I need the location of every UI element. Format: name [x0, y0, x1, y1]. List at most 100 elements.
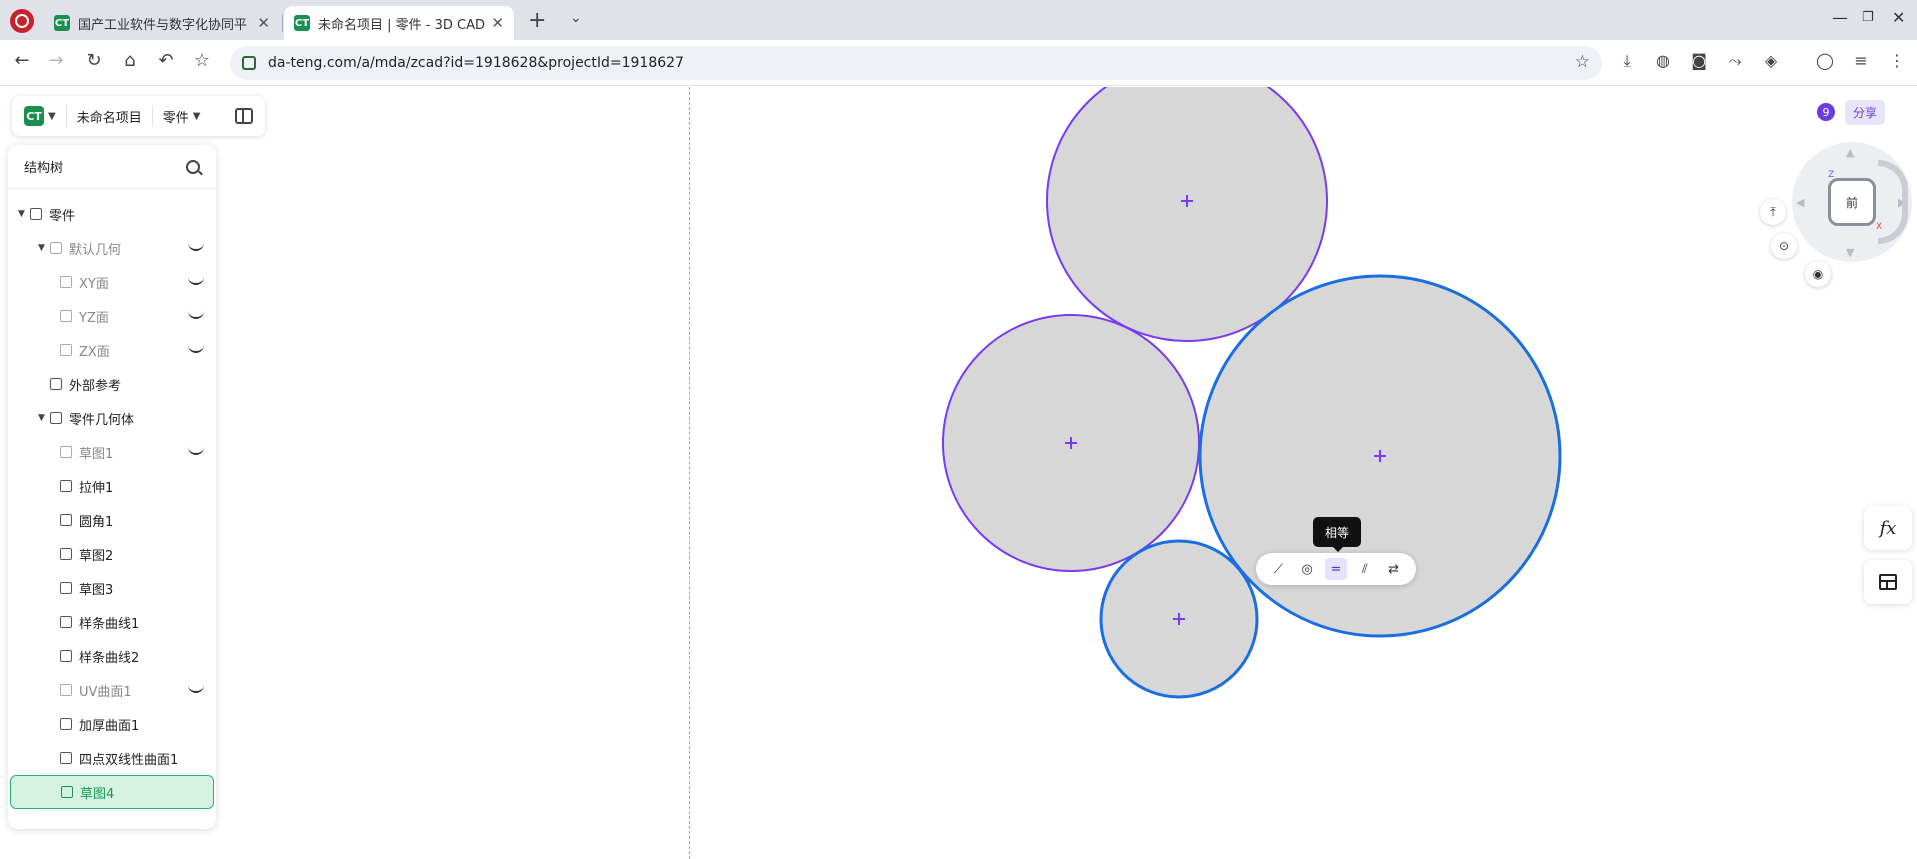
- tab-platform[interactable]: CT 国产工业软件与数字化协同平 ✕: [44, 6, 280, 40]
- rotate-ring-icon[interactable]: [1878, 160, 1908, 244]
- view-normal-icon[interactable]: ⤒: [1760, 199, 1786, 225]
- minimize-icon[interactable]: —: [1832, 8, 1848, 27]
- eye-closed-icon[interactable]: [188, 311, 204, 319]
- cad-app: CT ▼ 未命名项目 零件 ▼ 结构树 ▼ 零件 ▼ 默认几何 XY面 YZ面 …: [0, 87, 1917, 859]
- parallel-icon[interactable]: ⫽: [1354, 558, 1376, 580]
- share-area: 9 分享: [1817, 96, 1905, 128]
- tree-item-part[interactable]: ▼ 零件: [8, 197, 216, 231]
- search-icon[interactable]: [186, 159, 200, 174]
- tree-item-label: 默认几何: [69, 242, 122, 258]
- tree-item-sketch4[interactable]: 草图4: [10, 775, 214, 809]
- concentric-icon[interactable]: ◎: [1296, 558, 1318, 580]
- view-cube[interactable]: ▲ ▼ ◀ ▶ 前 Z X: [1792, 142, 1912, 262]
- tree-item-zx-plane[interactable]: ZX面: [8, 333, 216, 367]
- tree-item-default-geometry[interactable]: ▼ 默认几何: [8, 231, 216, 265]
- settings-icon[interactable]: ≡: [1850, 51, 1872, 70]
- formula-button[interactable]: fx: [1864, 506, 1912, 550]
- circle-left[interactable]: [942, 314, 1200, 572]
- circle-small-selected[interactable]: [1099, 539, 1259, 699]
- chevron-down-icon[interactable]: ▼: [38, 413, 45, 423]
- sketch-canvas[interactable]: [0, 87, 1917, 859]
- tree-item-label: XY面: [79, 276, 109, 292]
- tree-item-label: 样条曲线1: [79, 616, 140, 632]
- eye-closed-icon[interactable]: [188, 447, 204, 455]
- arrow-left-icon[interactable]: ◀: [1796, 196, 1804, 209]
- tree-item-external-ref[interactable]: 外部参考: [8, 367, 216, 401]
- tangent-icon[interactable]: ⟋: [1267, 558, 1289, 580]
- display-mode-icon[interactable]: ◉: [1805, 261, 1831, 287]
- tree-item-label: 草图1: [79, 446, 114, 462]
- undo-icon[interactable]: ↶: [154, 50, 178, 71]
- chevron-down-icon[interactable]: ⌄: [570, 10, 582, 26]
- bookmark-icon[interactable]: ☆: [190, 50, 214, 71]
- tree-item-sketch1[interactable]: 草图1: [8, 435, 216, 469]
- profile-icon[interactable]: ◯: [1814, 51, 1836, 70]
- sketch-icon: [60, 446, 72, 458]
- new-tab-icon[interactable]: +: [528, 8, 546, 33]
- plane-icon: [60, 310, 72, 322]
- tab-cad[interactable]: CT 未命名项目 | 零件 - 3D CAD ✕: [284, 6, 514, 40]
- tree-item-thicken1[interactable]: 加厚曲面1: [8, 707, 216, 741]
- arrow-up-icon[interactable]: ▲: [1846, 146, 1854, 159]
- globe-icon[interactable]: ◍: [1652, 51, 1674, 70]
- close-icon[interactable]: ✕: [257, 14, 270, 32]
- panel-toggle-icon[interactable]: [235, 108, 253, 124]
- download-icon[interactable]: ⤓: [1616, 51, 1638, 71]
- axis-z-label: Z: [1828, 170, 1835, 180]
- collaborator-badge[interactable]: 9: [1817, 103, 1835, 121]
- tree-item-label: 拉伸1: [79, 480, 114, 496]
- arrow-down-icon[interactable]: ▼: [1846, 246, 1854, 259]
- thicken-icon: [60, 718, 72, 730]
- app-logo[interactable]: CT: [24, 106, 44, 126]
- tree-item-spline2[interactable]: 样条曲线2: [8, 639, 216, 673]
- eye-closed-icon[interactable]: [188, 277, 204, 285]
- chevron-down-icon[interactable]: ▼: [193, 111, 201, 122]
- doc-type-selector[interactable]: 零件: [163, 107, 189, 126]
- site-info-icon[interactable]: [242, 56, 256, 70]
- restore-icon[interactable]: ❐: [1862, 10, 1874, 25]
- tree-header: 结构树: [8, 145, 216, 189]
- tree-item-xy-plane[interactable]: XY面: [8, 265, 216, 299]
- constraint-tooltip: 相等: [1313, 517, 1361, 552]
- table-button[interactable]: [1864, 560, 1912, 604]
- tree-item-sketch2[interactable]: 草图2: [8, 537, 216, 571]
- tree-item-part-body[interactable]: ▼ 零件几何体: [8, 401, 216, 435]
- eye-closed-icon[interactable]: [188, 345, 204, 353]
- link-icon: [50, 378, 62, 390]
- camera-icon[interactable]: ◙: [1688, 51, 1710, 70]
- star-icon[interactable]: ☆: [1575, 52, 1590, 72]
- sketch-icon: [61, 786, 73, 798]
- symmetric-icon[interactable]: ⇄: [1383, 558, 1405, 580]
- back-icon[interactable]: ←: [10, 50, 34, 71]
- eye-closed-icon[interactable]: [188, 685, 204, 693]
- project-name[interactable]: 未命名项目: [77, 107, 142, 126]
- axis-x-label: X: [1876, 222, 1883, 232]
- fit-view-icon[interactable]: ⊙: [1771, 233, 1797, 259]
- tree-item-yz-plane[interactable]: YZ面: [8, 299, 216, 333]
- chevron-down-icon[interactable]: ▼: [38, 243, 45, 253]
- share-screen-icon[interactable]: ⤳: [1724, 51, 1746, 71]
- fillet-icon: [60, 514, 72, 526]
- ai-icon[interactable]: ◈: [1760, 51, 1782, 70]
- home-icon[interactable]: ⌂: [118, 50, 142, 71]
- tree-item-sketch3[interactable]: 草图3: [8, 571, 216, 605]
- browser-logo[interactable]: [10, 9, 34, 33]
- close-window-icon[interactable]: ✕: [1892, 8, 1905, 27]
- sketch-icon: [60, 582, 72, 594]
- address-bar[interactable]: da-teng.com/a/mda/zcad?id=1918628&projec…: [230, 46, 1602, 80]
- eye-closed-icon[interactable]: [188, 243, 204, 251]
- view-face-front[interactable]: 前: [1828, 178, 1876, 226]
- share-button[interactable]: 分享: [1845, 99, 1886, 125]
- tree-item-uv-surface1[interactable]: UV曲面1: [8, 673, 216, 707]
- menu-icon[interactable]: ⋮: [1886, 51, 1908, 70]
- chevron-down-icon[interactable]: ▼: [18, 209, 25, 219]
- reload-icon[interactable]: ↻: [82, 50, 106, 71]
- tree-item-bilinear-surface1[interactable]: 四点双线性曲面1: [8, 741, 216, 775]
- tree-item-extrude1[interactable]: 拉伸1: [8, 469, 216, 503]
- equal-icon[interactable]: =: [1324, 558, 1347, 580]
- tree-item-fillet1[interactable]: 圆角1: [8, 503, 216, 537]
- forward-icon[interactable]: →: [44, 50, 68, 71]
- tree-item-spline1[interactable]: 样条曲线1: [8, 605, 216, 639]
- close-icon[interactable]: ✕: [491, 14, 504, 32]
- chevron-down-icon[interactable]: ▼: [48, 111, 56, 122]
